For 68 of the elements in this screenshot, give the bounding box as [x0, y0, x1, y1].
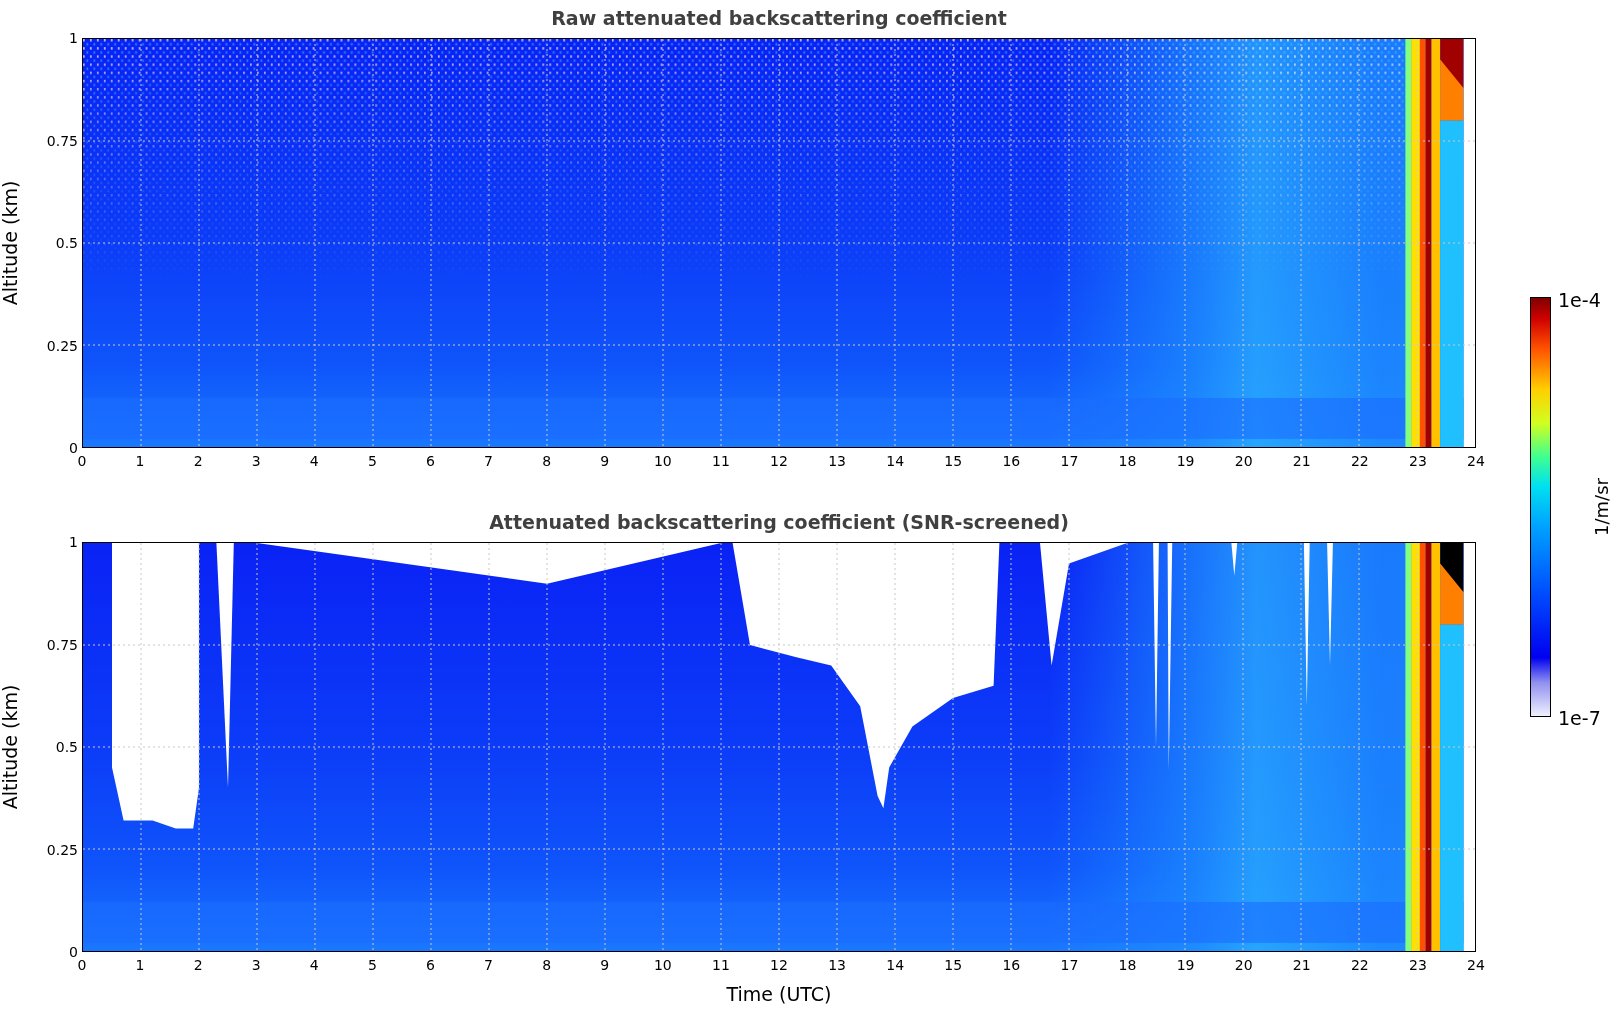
tick-label: 11 — [712, 956, 730, 975]
tick-label: 21 — [1292, 956, 1311, 975]
tick-label: 21 — [1292, 452, 1311, 471]
colorbar-unit: 1/m/sr — [1589, 478, 1613, 536]
tick-label: 20 — [1234, 452, 1253, 471]
tick-label: 20 — [1234, 956, 1253, 975]
chart-title: Attenuated backscattering coefficient (SNR-screened) — [489, 509, 1069, 535]
tick-label: 7 — [484, 956, 494, 975]
tick-label: 18 — [1118, 956, 1137, 975]
tick-label: 0 — [69, 945, 78, 959]
tick-label: 11 — [712, 452, 730, 471]
tick-label: 0.25 — [46, 842, 78, 857]
tick-label: 1 — [135, 452, 145, 471]
tick-label: 1 — [69, 535, 78, 549]
tick-label: 24 — [1467, 452, 1485, 471]
tick-label: 0 — [69, 441, 78, 455]
tick-label: 16 — [1002, 452, 1021, 471]
tick-label: 2 — [193, 452, 203, 471]
tick-label: 15 — [944, 452, 963, 471]
tick-label: 17 — [1060, 452, 1079, 471]
tick-label: 24 — [1467, 956, 1485, 975]
tick-label: 12 — [770, 956, 788, 975]
tick-label: 1 — [135, 956, 145, 975]
tick-label: 0.5 — [55, 740, 78, 754]
tick-label: 13 — [828, 956, 846, 975]
tick-label: 14 — [886, 452, 905, 471]
colorbar-label: 1e-4 — [1558, 288, 1601, 313]
tick-label: 4 — [309, 452, 319, 471]
tick-label: 6 — [426, 452, 435, 471]
tick-label: 9 — [600, 956, 610, 975]
tick-label: 22 — [1350, 956, 1369, 975]
axis-label: Altitude (km) — [0, 684, 22, 810]
tick-label: 15 — [944, 956, 963, 975]
tick-label: 4 — [309, 956, 319, 975]
tick-label: 17 — [1060, 956, 1079, 975]
tick-label: 3 — [251, 452, 261, 471]
tick-label: 19 — [1176, 956, 1195, 975]
tick-label: 5 — [367, 452, 377, 471]
chart-title: Raw attenuated backscattering coefficient — [551, 5, 1007, 31]
colorbar-label: 1e-7 — [1558, 706, 1601, 731]
tick-label: 19 — [1176, 452, 1195, 471]
tick-label: 14 — [886, 956, 905, 975]
tick-label: 13 — [828, 452, 846, 471]
tick-label: 0 — [77, 957, 87, 975]
tick-label: 5 — [367, 956, 377, 975]
tick-label: 0.25 — [46, 338, 78, 353]
axis-label: Altitude (km) — [0, 180, 22, 306]
tick-label: 8 — [542, 452, 552, 471]
tick-label: 23 — [1409, 452, 1427, 471]
tick-label: 0 — [77, 453, 87, 471]
tick-label: 1 — [69, 31, 78, 45]
tick-label: 16 — [1002, 956, 1021, 975]
axis-label: Time (UTC) — [726, 982, 832, 1007]
tick-label: 9 — [600, 452, 610, 471]
tick-label: 6 — [426, 956, 435, 975]
tick-label: 12 — [770, 452, 788, 471]
tick-label: 3 — [251, 956, 261, 975]
tick-label: 18 — [1118, 452, 1137, 471]
tick-label: 0.75 — [46, 637, 78, 652]
tick-label: 7 — [484, 452, 494, 471]
tick-label: 10 — [653, 452, 672, 471]
tick-label: 10 — [653, 956, 672, 975]
tick-label: 0.5 — [55, 236, 78, 250]
tick-label: 22 — [1350, 452, 1369, 471]
tick-label: 23 — [1409, 956, 1427, 975]
tick-label: 0.75 — [46, 133, 78, 148]
tick-label: 8 — [542, 956, 552, 975]
tick-label: 2 — [193, 956, 203, 975]
